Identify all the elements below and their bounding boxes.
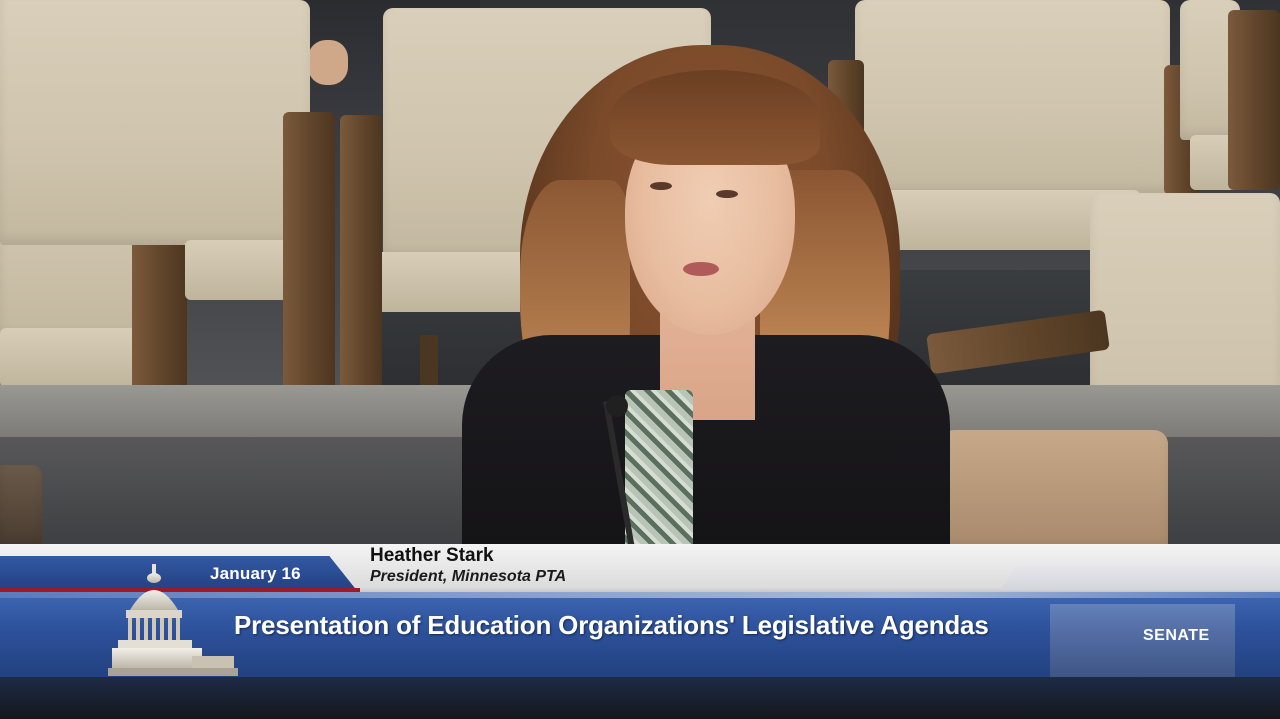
speaker-scarf (625, 390, 693, 550)
speaker-eye-left (650, 182, 672, 190)
lower-third: January 16 Heather Stark President, Minn… (0, 544, 1280, 719)
speaker-eye-right (716, 190, 738, 198)
speaker-mouth (683, 262, 719, 276)
speaker-name: Heather Stark (370, 545, 494, 566)
capitol-dome-icon (108, 564, 238, 676)
speaker-title: President, Minnesota PTA (370, 568, 567, 585)
background-hand (308, 40, 348, 85)
name-bar-accent (1000, 566, 1280, 590)
microphone-head (606, 395, 628, 417)
program-title: Presentation of Education Organizations'… (234, 610, 989, 640)
speaker-bangs (610, 70, 820, 165)
bottom-bar (0, 677, 1280, 719)
network-label: SENATE (1143, 627, 1210, 644)
